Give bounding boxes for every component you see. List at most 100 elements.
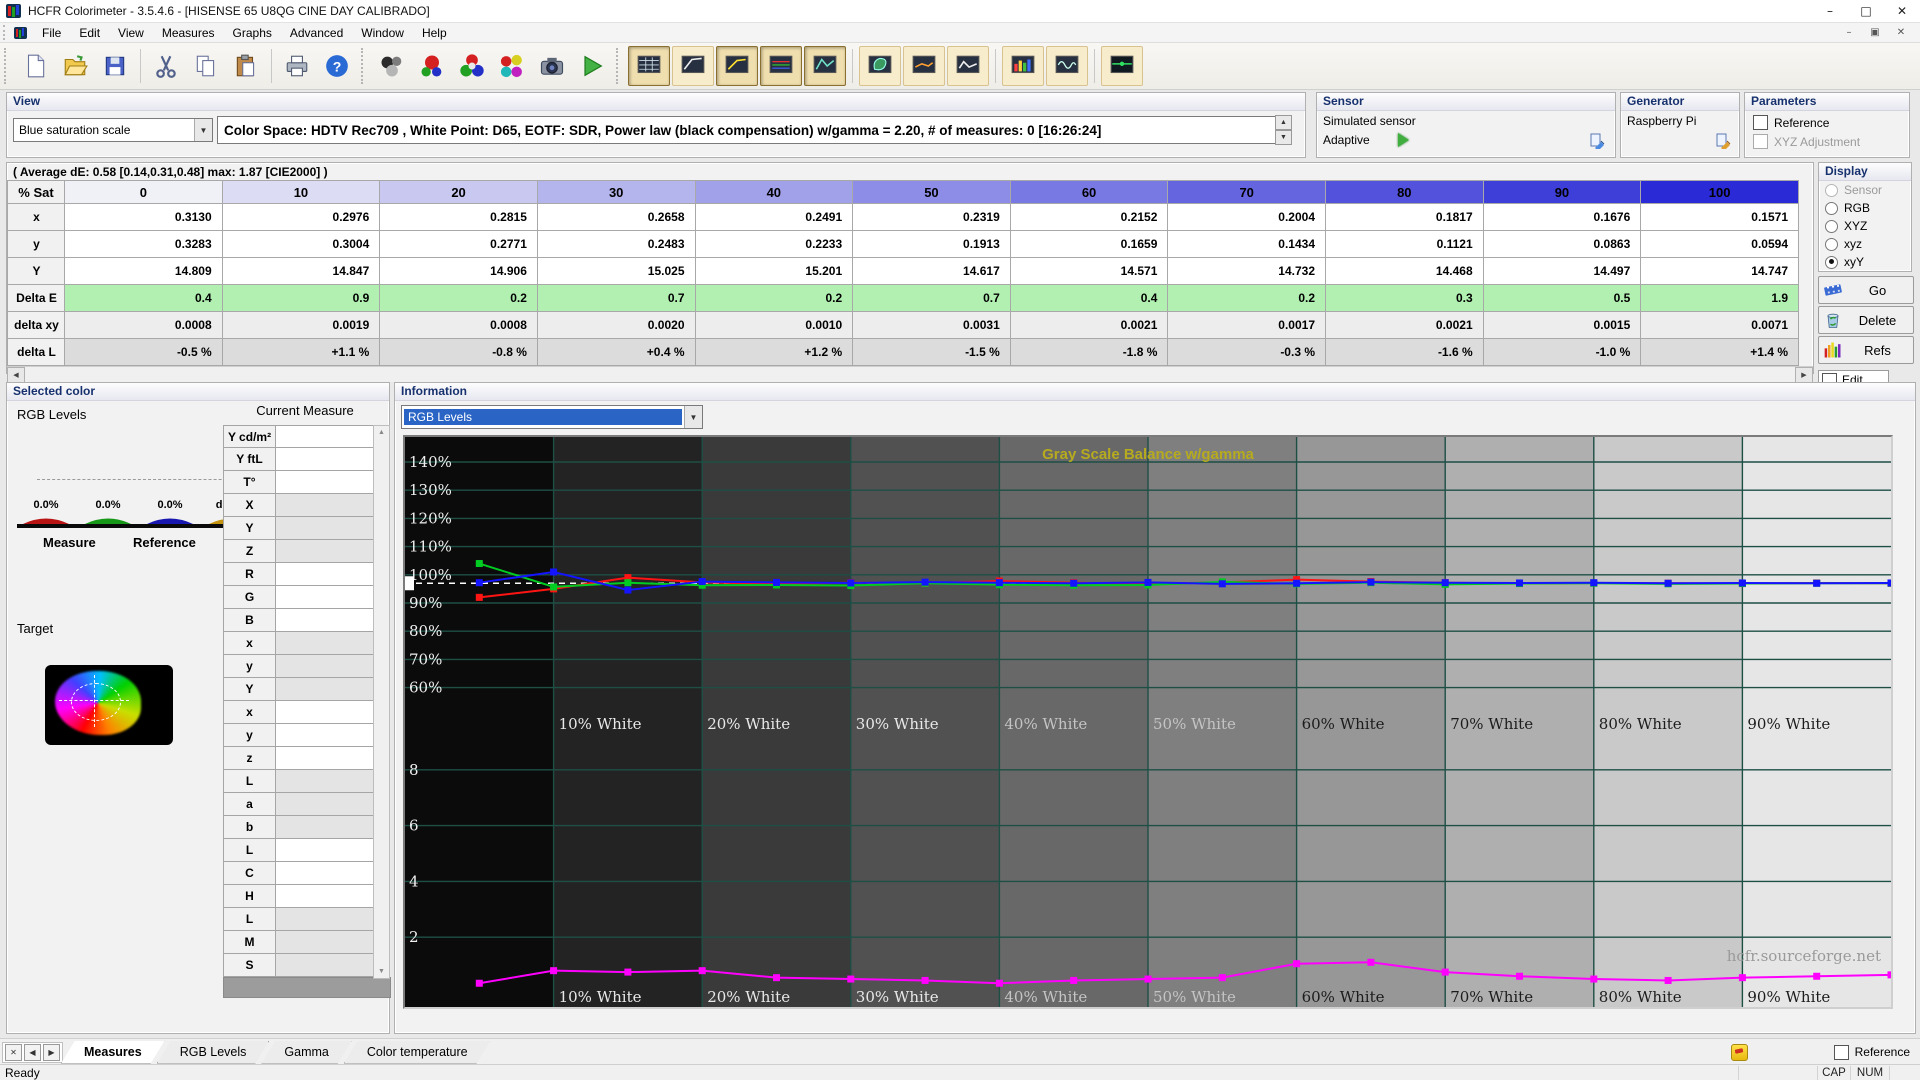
measure-cell[interactable]: 14.906 (379, 257, 538, 285)
radio-selected-icon[interactable] (1825, 255, 1838, 269)
scroll-up-icon[interactable]: ▲ (378, 426, 385, 439)
measure-cell[interactable]: -1.8 % (1009, 338, 1169, 366)
measure-cell[interactable]: 14.809 (64, 257, 223, 285)
measure-cell[interactable]: 0.2976 (221, 203, 381, 231)
tab-measures[interactable]: Measures (61, 1041, 165, 1064)
measure-cell[interactable]: 14.497 (1482, 257, 1642, 285)
measure-cell[interactable]: 0.0594 (1640, 230, 1799, 258)
measure-cell[interactable]: -1.0 % (1482, 338, 1642, 366)
view-color-temperature-icon[interactable] (903, 46, 945, 86)
measure-cell[interactable]: 0.2483 (536, 230, 696, 258)
measure-saturations-icon[interactable] (492, 46, 532, 86)
saturation-column-header[interactable]: 60 (1009, 180, 1169, 204)
tab-prev-icon[interactable]: ◀ (24, 1043, 41, 1061)
saturation-column-header[interactable]: 20 (379, 180, 538, 204)
view-gamma-icon[interactable] (804, 46, 846, 86)
saturation-column-header[interactable]: 10 (221, 180, 381, 204)
measure-cell[interactable]: 14.571 (1009, 257, 1169, 285)
menu-window[interactable]: Window (352, 24, 413, 42)
scale-selector-dropdown[interactable]: Blue saturation scale ▼ (13, 118, 213, 142)
scroll-right-icon[interactable]: ▶ (1795, 366, 1813, 383)
measure-cell[interactable]: 14.617 (852, 257, 1011, 285)
scroll-left-icon[interactable]: ◀ (7, 366, 25, 383)
measure-cell[interactable]: 0.1659 (1009, 230, 1169, 258)
view-waveform-icon[interactable] (1046, 46, 1088, 86)
measure-cell[interactable]: +1.1 % (221, 338, 381, 366)
minimize-button[interactable]: – (1812, 0, 1848, 22)
measure-cell[interactable]: 14.468 (1325, 257, 1484, 285)
tab-rgb-levels[interactable]: RGB Levels (157, 1041, 270, 1064)
table-hscrollbar[interactable]: ◀ ▶ (7, 366, 1813, 383)
measure-cell[interactable]: 1.9 (1640, 284, 1799, 312)
reference-checkbox-row[interactable]: Reference (1753, 115, 1829, 130)
help-icon[interactable]: ? (317, 46, 357, 86)
saturation-column-header[interactable]: 40 (694, 180, 854, 204)
menu-advanced[interactable]: Advanced (281, 24, 352, 42)
measure-cell[interactable]: 14.847 (221, 257, 381, 285)
measure-cell[interactable]: 0.1913 (852, 230, 1011, 258)
view-measure-screen-icon[interactable] (1101, 46, 1143, 86)
measure-cell[interactable]: 0.4 (64, 284, 223, 312)
save-file-icon[interactable] (95, 46, 135, 86)
saturation-column-header[interactable]: 100 (1640, 180, 1799, 204)
snapshot-camera-icon[interactable] (532, 46, 572, 86)
mdi-close-button[interactable]: ✕ (1888, 27, 1914, 38)
measure-cell[interactable]: 0.4 (1009, 284, 1169, 312)
tab-color-temperature[interactable]: Color temperature (344, 1041, 491, 1064)
measure-cell[interactable]: 0.9 (221, 284, 381, 312)
measure-free-icon[interactable] (412, 46, 452, 86)
measure-cell[interactable]: 0.3004 (221, 230, 381, 258)
measure-cell[interactable]: 0.0021 (1009, 311, 1169, 339)
measure-cell[interactable]: 0.1676 (1482, 203, 1642, 231)
saturation-column-header[interactable]: 80 (1325, 180, 1484, 204)
measure-cell[interactable]: -0.8 % (379, 338, 538, 366)
measure-cell[interactable]: 15.201 (694, 257, 854, 285)
view-luminance-icon[interactable] (716, 46, 758, 86)
measure-cell[interactable]: 0.0015 (1482, 311, 1642, 339)
menu-view[interactable]: View (109, 24, 153, 42)
measure-cell[interactable]: -0.3 % (1167, 338, 1326, 366)
measure-cell[interactable]: 0.7 (536, 284, 696, 312)
measure-cell[interactable]: +0.4 % (536, 338, 696, 366)
measure-cell[interactable]: 14.732 (1167, 257, 1326, 285)
measure-cell[interactable]: 0.0031 (852, 311, 1011, 339)
measure-cell[interactable]: 0.1121 (1325, 230, 1484, 258)
measure-cell[interactable]: 0.5 (1482, 284, 1642, 312)
open-file-icon[interactable] (55, 46, 95, 86)
maximize-button[interactable]: □ (1848, 0, 1884, 22)
pattern-generator-icon[interactable] (1730, 1043, 1748, 1061)
display-option-xyY[interactable]: xyY (1819, 253, 1911, 271)
measure-cell[interactable]: 0.1571 (1640, 203, 1799, 231)
delete-button[interactable]: Delete (1818, 306, 1914, 334)
measure-cell[interactable]: 0.2 (1167, 284, 1326, 312)
display-option-xyz-small[interactable]: xyz (1819, 235, 1911, 253)
menu-measures[interactable]: Measures (153, 24, 224, 42)
view-cie-diagram-icon[interactable] (859, 46, 901, 86)
display-option-xyz[interactable]: XYZ (1819, 217, 1911, 235)
radio-icon[interactable] (1825, 237, 1838, 251)
mdi-restore-button[interactable]: ▣ (1862, 27, 1888, 38)
copy-icon[interactable] (186, 46, 226, 86)
view-data-grid-icon[interactable] (628, 46, 670, 86)
measure-cell[interactable]: -0.5 % (64, 338, 223, 366)
measure-cell[interactable]: 0.0021 (1325, 311, 1484, 339)
saturation-column-header[interactable]: 70 (1167, 180, 1326, 204)
spinner-up-icon[interactable]: ▲ (1275, 115, 1292, 130)
mdi-child-icon[interactable] (14, 26, 27, 39)
measure-cell[interactable]: 0.2233 (694, 230, 854, 258)
view-rgb-levels-icon[interactable] (760, 46, 802, 86)
sensor-run-icon[interactable] (1397, 133, 1409, 147)
go-button[interactable]: Go (1818, 276, 1914, 304)
menu-file[interactable]: File (33, 24, 70, 42)
measure-cell[interactable]: 0.2152 (1009, 203, 1169, 231)
measure-cell[interactable]: 0.1817 (1325, 203, 1484, 231)
measure-cell[interactable]: 0.0863 (1482, 230, 1642, 258)
measure-cell[interactable]: 0.0010 (694, 311, 854, 339)
measure-cell[interactable]: 0.2 (694, 284, 854, 312)
saturation-column-header[interactable]: 0 (64, 180, 223, 204)
measure-cell[interactable]: -1.5 % (852, 338, 1011, 366)
tab-next-icon[interactable]: ▶ (43, 1043, 60, 1061)
measure-cell[interactable]: 0.0020 (536, 311, 696, 339)
measure-cell[interactable]: 0.2 (379, 284, 538, 312)
measure-cell[interactable]: 0.2771 (379, 230, 538, 258)
